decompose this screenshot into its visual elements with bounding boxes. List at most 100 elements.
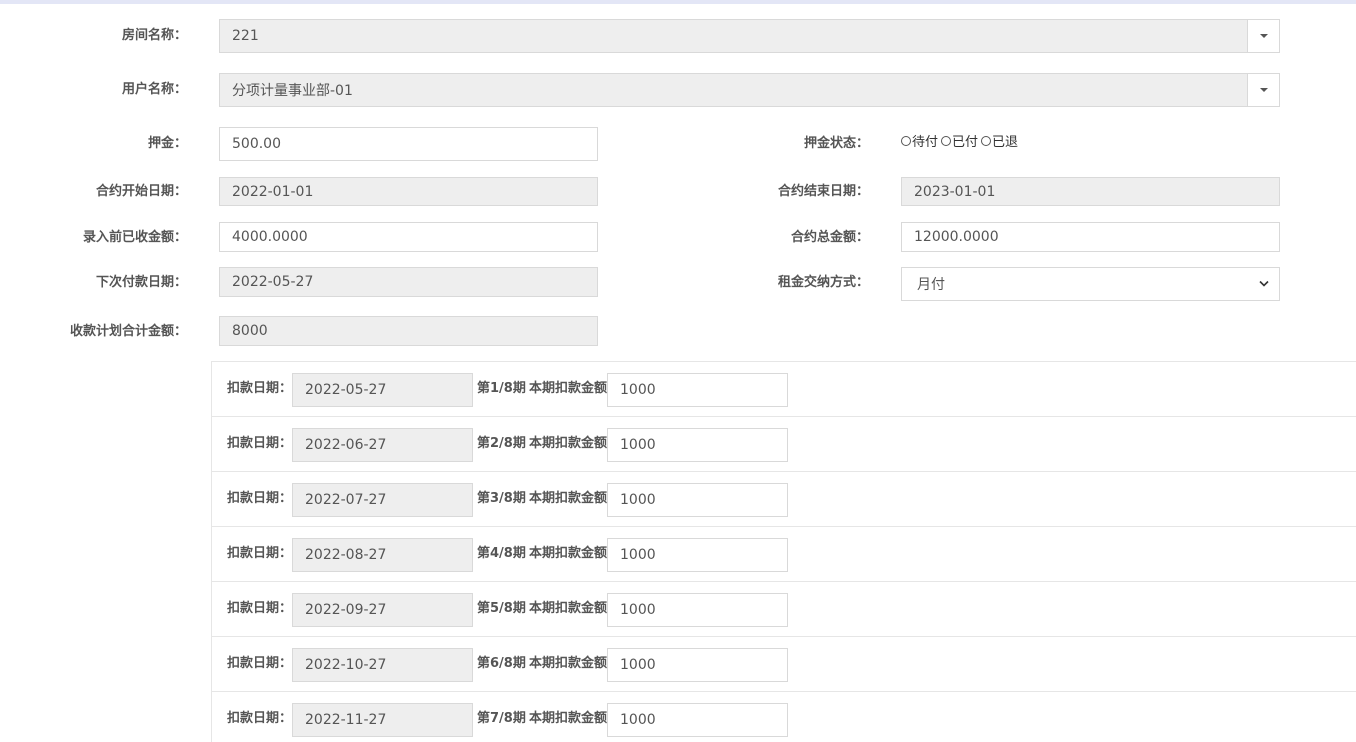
deduction-date-field: 2022-05-27 [292, 373, 473, 407]
deposit-status-option-unpaid[interactable]: 待付 [901, 131, 938, 150]
period-amount-value: 1000 [620, 712, 656, 728]
period-amount-value: 1000 [620, 437, 656, 453]
next-payment-date-value: 2022-05-27 [232, 274, 314, 290]
received-before-value: 4000.0000 [232, 229, 308, 245]
period-amount-input[interactable]: 1000 [607, 373, 788, 407]
radio-unchecked-icon[interactable] [941, 135, 952, 146]
radio-option-label: 已付 [952, 135, 979, 150]
deduction-date-value: 2022-07-27 [305, 492, 387, 508]
user-name-dropdown-button[interactable] [1247, 74, 1279, 106]
user-name-combobox[interactable]: 分项计量事业部-01 [219, 73, 1280, 107]
deposit-input[interactable]: 500.00 [219, 127, 598, 161]
received-before-label: 录入前已收金额： [82, 230, 187, 245]
period-amount-label: 本期扣款金额 [529, 381, 608, 396]
top-accent-bar [0, 0, 1356, 4]
period-amount-value: 1000 [620, 492, 656, 508]
payment-plan-row: 扣款日期： 2022-09-27 第5/8期 本期扣款金额 1000 [212, 582, 1356, 637]
payment-plan-row: 扣款日期： 2022-11-27 第7/8期 本期扣款金额 1000 [212, 692, 1356, 742]
period-label: 第2/8期 [477, 436, 526, 451]
deduction-date-value: 2022-09-27 [305, 602, 387, 618]
next-payment-date-label: 下次付款日期： [95, 275, 187, 290]
deduction-date-value: 2022-05-27 [305, 382, 387, 398]
payment-plan-row: 扣款日期： 2022-05-27 第1/8期 本期扣款金额 1000 [212, 362, 1356, 417]
deduction-date-field: 2022-07-27 [292, 483, 473, 517]
contract-start-value: 2022-01-01 [232, 183, 314, 200]
deduction-date-value: 2022-10-27 [305, 657, 387, 673]
period-amount-label: 本期扣款金额 [529, 711, 608, 726]
deduction-date-label: 扣款日期： [227, 711, 293, 726]
payment-plan-row: 扣款日期： 2022-07-27 第3/8期 本期扣款金额 1000 [212, 472, 1356, 527]
deduction-date-value: 2022-08-27 [305, 547, 387, 563]
period-amount-value: 1000 [620, 602, 656, 618]
user-name-value: 分项计量事业部-01 [232, 83, 353, 99]
period-label: 第3/8期 [477, 491, 526, 506]
deduction-date-field: 2022-06-27 [292, 428, 473, 462]
period-amount-label: 本期扣款金额 [529, 601, 608, 616]
contract-end-field: 2023-01-01 [901, 177, 1280, 206]
user-name-label: 用户名称： [121, 82, 187, 97]
chevron-down-icon [1259, 280, 1269, 287]
period-label: 第1/8期 [477, 381, 526, 396]
period-label: 第6/8期 [477, 656, 526, 671]
contract-end-label: 合约结束日期： [777, 184, 869, 199]
plan-total-value: 8000 [232, 323, 268, 339]
contract-total-label: 合约总金额： [790, 230, 869, 245]
deduction-date-value: 2022-06-27 [305, 437, 387, 453]
contract-start-label: 合约开始日期： [95, 184, 187, 199]
radio-option-label: 待付 [912, 135, 939, 150]
contract-total-input[interactable]: 12000.0000 [901, 222, 1280, 252]
deduction-date-label: 扣款日期： [227, 436, 293, 451]
radio-option-label: 已退 [992, 135, 1019, 150]
deduction-date-field: 2022-09-27 [292, 593, 473, 627]
deduction-date-field: 2022-08-27 [292, 538, 473, 572]
period-amount-input[interactable]: 1000 [607, 538, 788, 572]
period-amount-value: 1000 [620, 382, 656, 398]
plan-total-field: 8000 [219, 316, 598, 346]
period-amount-input[interactable]: 1000 [607, 703, 788, 737]
deposit-value: 500.00 [232, 136, 281, 152]
deduction-date-label: 扣款日期： [227, 656, 293, 671]
radio-unchecked-icon[interactable] [981, 135, 992, 146]
rent-payment-method-select[interactable]: 月付 [901, 267, 1280, 301]
deduction-date-label: 扣款日期： [227, 601, 293, 616]
deduction-date-label: 扣款日期： [227, 546, 293, 561]
radio-unchecked-icon[interactable] [901, 135, 911, 146]
deposit-status-radio-group: 待付 已付 已退 [901, 131, 1021, 150]
deposit-label: 押金： [147, 136, 187, 151]
room-name-dropdown-button[interactable] [1247, 20, 1279, 52]
contract-total-value: 12000.0000 [914, 229, 999, 245]
deduction-date-field: 2022-10-27 [292, 648, 473, 682]
period-label: 第5/8期 [477, 601, 526, 616]
period-amount-label: 本期扣款金额 [529, 491, 608, 506]
deduction-date-label: 扣款日期： [227, 381, 293, 396]
period-amount-input[interactable]: 1000 [607, 648, 788, 682]
caret-down-icon [1259, 88, 1268, 92]
deduction-date-value: 2022-11-27 [305, 712, 387, 728]
period-amount-input[interactable]: 1000 [607, 428, 788, 462]
contract-start-field: 2022-01-01 [219, 177, 598, 206]
received-before-input[interactable]: 4000.0000 [219, 222, 598, 252]
room-name-value: 221 [232, 28, 259, 44]
period-label: 第7/8期 [477, 711, 526, 726]
room-name-combobox[interactable]: 221 [219, 19, 1280, 53]
payment-plan-row: 扣款日期： 2022-08-27 第4/8期 本期扣款金额 1000 [212, 527, 1356, 582]
payment-plan-row: 扣款日期： 2022-06-27 第2/8期 本期扣款金额 1000 [212, 417, 1356, 472]
payment-plan-row: 扣款日期： 2022-10-27 第6/8期 本期扣款金额 1000 [212, 637, 1356, 692]
period-label: 第4/8期 [477, 546, 526, 561]
period-amount-label: 本期扣款金额 [529, 656, 608, 671]
period-amount-value: 1000 [620, 547, 656, 563]
period-amount-input[interactable]: 1000 [607, 483, 788, 517]
deduction-date-field: 2022-11-27 [292, 703, 473, 737]
period-amount-label: 本期扣款金额 [529, 546, 608, 561]
deposit-status-option-paid[interactable]: 已付 [941, 131, 978, 150]
period-amount-label: 本期扣款金额 [529, 436, 608, 451]
contract-end-value: 2023-01-01 [914, 183, 996, 200]
next-payment-date-field: 2022-05-27 [219, 267, 598, 297]
rent-payment-method-value: 月付 [917, 277, 945, 293]
rent-payment-method-label: 租金交纳方式： [777, 275, 869, 290]
period-amount-input[interactable]: 1000 [607, 593, 788, 627]
deposit-status-option-refunded[interactable]: 已退 [981, 131, 1018, 150]
room-name-label: 房间名称： [121, 28, 187, 43]
period-amount-value: 1000 [620, 657, 656, 673]
deduction-date-label: 扣款日期： [227, 491, 293, 506]
